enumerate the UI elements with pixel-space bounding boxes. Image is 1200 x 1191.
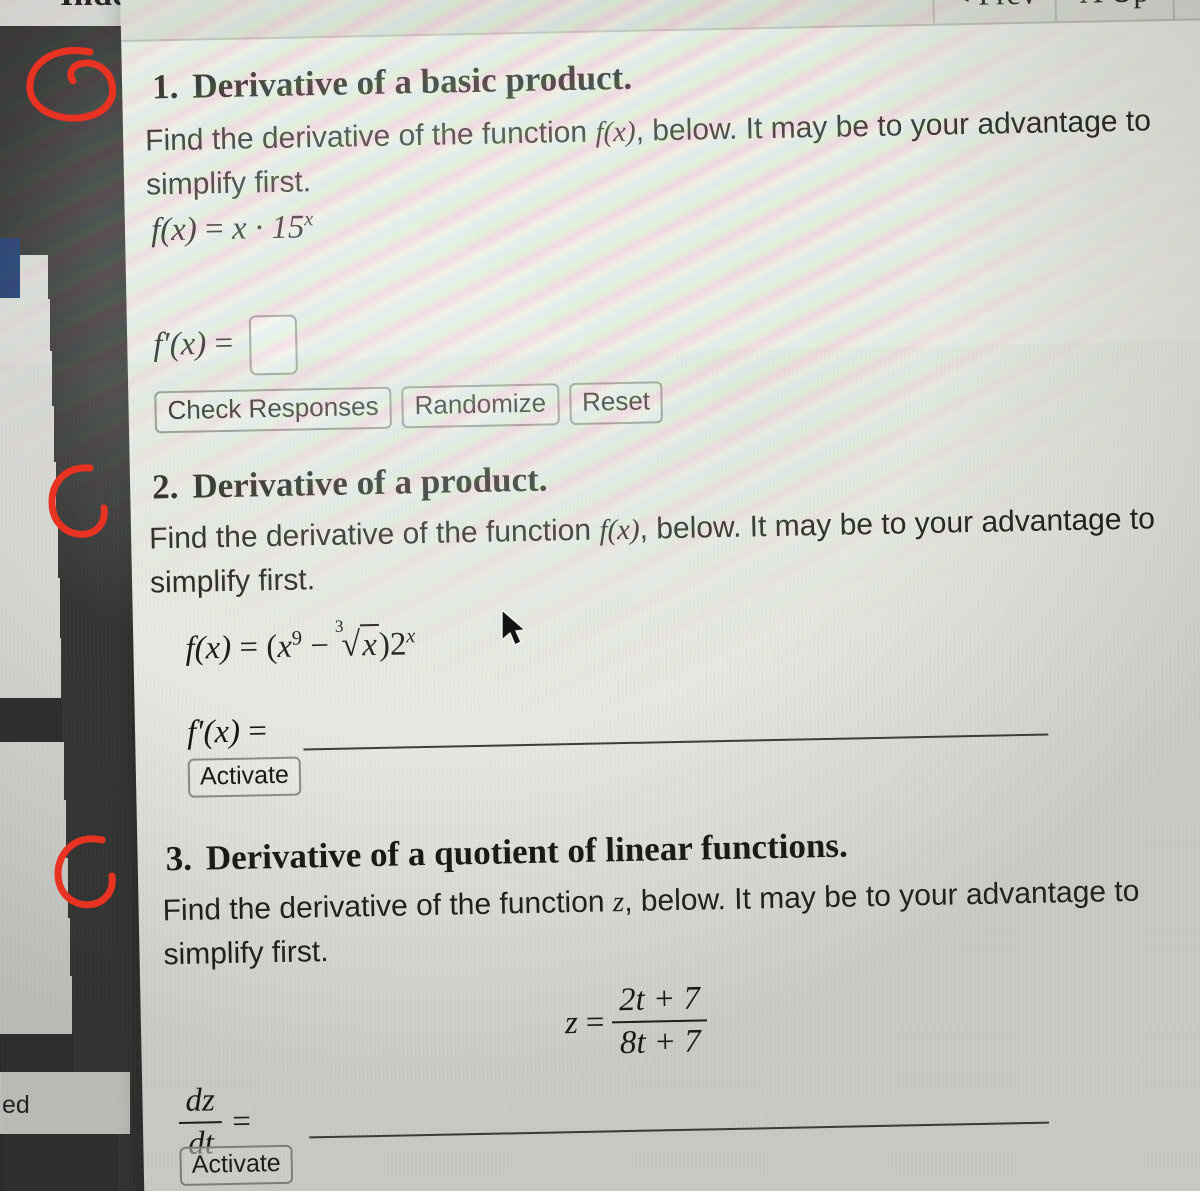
problem-1-answer-lhs: f′(x) (152, 325, 207, 363)
problem-1-number: 1. (151, 66, 179, 107)
randomize-button[interactable]: Randomize (401, 383, 560, 429)
problem-2-answer-lhs: f′(x) (186, 713, 241, 751)
problem-1-function-lhs: f(x) (150, 211, 198, 249)
problem-3-numerator: 2t + 7 (618, 980, 701, 1019)
problem-3-answer-lhs-numerator: dz (185, 1082, 216, 1119)
activate-button[interactable]: Activate (187, 756, 302, 798)
problem-3-function: z = 2t + 7 8t + 7 (564, 980, 709, 1063)
problem-3-desc-part3: simplify first. (163, 934, 329, 971)
problem-2-root-radicand: x (359, 623, 380, 664)
check-responses-button[interactable]: Check Responses (154, 386, 393, 434)
problem-1-description: Find the derivative of the function f(x)… (145, 98, 1200, 207)
problem-3-function-lhs: z (564, 1004, 579, 1041)
background-list-row (0, 518, 58, 578)
problem-2-root-index: 3 (334, 616, 344, 636)
problem-1-answer-row: f′(x) = (152, 314, 299, 378)
background-list-row (0, 976, 72, 1034)
problem-3-number: 3. (165, 838, 193, 879)
problem-3-title-row: 3. Derivative of a quotient of linear fun… (165, 826, 848, 880)
problem-2-cube-root: 3 √x (334, 616, 380, 664)
background-sidebar-label: ed (2, 1091, 30, 1119)
problem-3-desc-part1: Find the derivative of the function (162, 885, 605, 928)
problem-3-fraction: 2t + 7 8t + 7 (612, 980, 709, 1063)
activate-button[interactable]: Activate (179, 1144, 294, 1186)
background-list-row (0, 299, 50, 351)
background-dark-bar (0, 698, 62, 742)
background-blue-marker (0, 238, 20, 298)
up-button[interactable]: Λ Up (1053, 0, 1173, 22)
problem-2-button-row: Activate (187, 756, 302, 798)
problem-1-function-eq: = (204, 210, 225, 248)
problem-2-function-lhs: f(x) (185, 629, 232, 667)
background-list-row (0, 351, 52, 406)
problem-2-title-row: 2. Derivative of a product. (152, 460, 548, 508)
background-list-row (0, 406, 54, 462)
problem-1-title-row: 1. Derivative of a basic product. (152, 58, 633, 108)
problem-3-button-row: Activate (179, 1144, 294, 1186)
problem-3-function-eq: = (585, 1003, 605, 1041)
problem-1-function: f(x) = x · 15x (151, 208, 314, 249)
problem-1-title: Derivative of a basic product. (191, 57, 633, 106)
problem-1-function-rhs: x · 15 (231, 209, 305, 247)
background-list-row (0, 462, 56, 518)
problem-2-function-eq: = (239, 629, 259, 666)
problem-3-answer-eq: = (231, 1103, 252, 1140)
background-list-row (0, 578, 60, 638)
problem-2-tail-exponent: x (406, 625, 416, 648)
problem-1-desc-part2: , below. It may be to your advantage (635, 105, 1118, 148)
photographed-screen: ed Index < Prev Λ Up 1.Derivative of a b… (0, 0, 1200, 1191)
problem-1-desc-part1: Find the derivative of the function (144, 115, 588, 158)
scanline-overlay (0, 336, 1200, 1191)
problem-2-function: f(x) = (x9 − 3 √x)2x (185, 616, 416, 668)
background-list-row (0, 638, 61, 698)
problem-3-title: Derivative of a quotient of linear funct… (205, 825, 849, 878)
background-list-row (0, 918, 70, 976)
problem-3-answer-input[interactable] (309, 1121, 1050, 1139)
problem-2-desc-math: f(x) (599, 513, 640, 547)
problem-1-function-exponent: x (303, 208, 314, 231)
problem-3-desc-math: z (612, 886, 625, 919)
problem-2-desc-part1: Find the derivative of the function (148, 513, 592, 556)
problem-2-number: 2. (151, 466, 179, 507)
problem-2-answer-input[interactable] (303, 733, 1049, 751)
problem-1-answer-input[interactable] (248, 314, 299, 376)
problem-3-desc-part2: , below. It may be to your advantage to (623, 874, 1140, 919)
problem-2-description: Find the derivative of the function f(x)… (149, 496, 1200, 605)
problem-2-paren-open: ( (265, 628, 278, 666)
webwork-page: < Prev Λ Up 1. Derivative of a basic prod… (0, 0, 1200, 1191)
background-dark-bar (0, 1034, 74, 1072)
background-dark-bar (0, 1134, 118, 1191)
problem-2-paren-close: ) (378, 626, 391, 663)
problem-2-desc-part2: , below. It may be to your advantage (639, 503, 1122, 546)
problem-2-term1-exponent: 9 (291, 627, 303, 650)
background-list-row (0, 858, 68, 918)
reset-button[interactable]: Reset (568, 381, 664, 425)
problem-3-denominator: 8t + 7 (612, 1019, 709, 1063)
prev-button[interactable]: < Prev (931, 0, 1055, 24)
problem-3-description: Find the derivative of the function z, b… (162, 868, 1200, 977)
problem-2-answer-eq: = (247, 713, 268, 750)
problem-2-term1: x (276, 628, 293, 665)
problem-1-answer-eq: = (214, 325, 234, 362)
problem-1-desc-math: f(x) (595, 115, 636, 149)
problem-2-title: Derivative of a product. (191, 459, 548, 506)
navigation-spacer (1171, 0, 1200, 19)
problem-2-tail: 2 (389, 626, 407, 663)
problem-2-minus: − (310, 627, 330, 665)
background-list-row (0, 742, 64, 800)
background-list-row (0, 800, 66, 858)
problem-1-button-row: Check Responses Randomize Reset (154, 381, 664, 434)
problem-2-answer-row: f′(x) = (187, 713, 268, 752)
